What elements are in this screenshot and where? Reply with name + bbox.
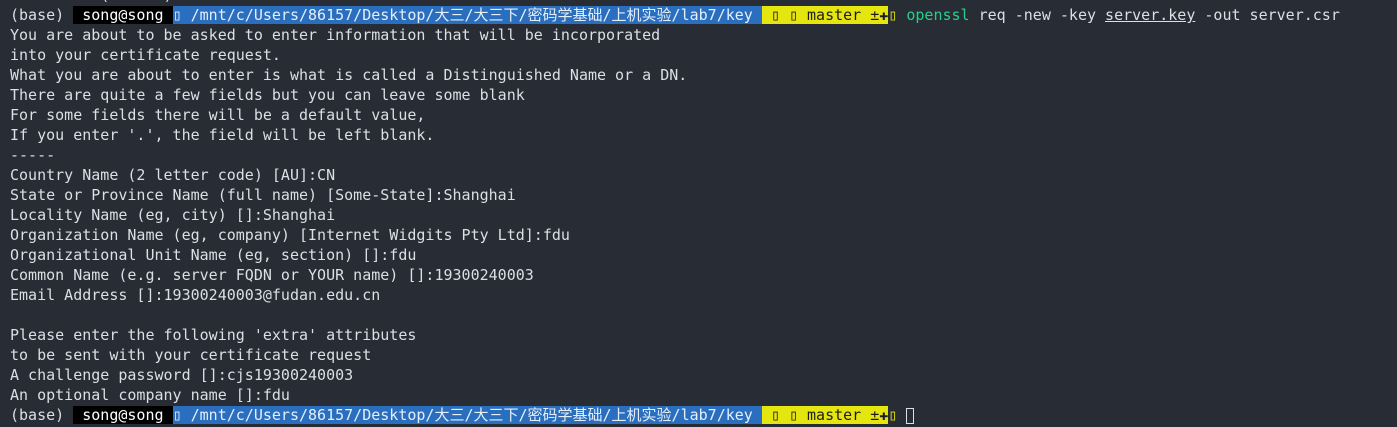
prompt-separator-icon: ▯	[888, 6, 907, 24]
output-line: into your certificate request.	[10, 46, 281, 64]
prompt-line-command: (base) song@song ▯ /mnt/c/Users/86157/De…	[10, 5, 1397, 25]
output-line: -----	[10, 146, 56, 164]
output-line: Locality Name (eg, city) []:Shanghai	[10, 206, 336, 224]
output-line: You are about to be asked to enter infor…	[10, 26, 661, 44]
command-program: openssl	[906, 6, 970, 24]
command-args: req -new -key	[969, 6, 1106, 24]
prompt-user: song@song	[73, 6, 173, 24]
output-line: Common Name (e.g. server FQDN or YOUR na…	[10, 266, 534, 284]
output-line: If you enter '.', the field will be left…	[10, 126, 435, 144]
command-output: You are about to be asked to enter infor…	[10, 25, 1397, 405]
prompt-separator-icon: ▯	[888, 406, 907, 424]
prompt-line-current[interactable]: (base) song@song ▯ /mnt/c/Users/86157/De…	[10, 405, 1397, 425]
conda-env: (base)	[10, 406, 74, 424]
output-line: What you are about to enter is what is c…	[10, 66, 688, 84]
prompt-path: ▯ /mnt/c/Users/86157/Desktop/大三/大三下/密码学基…	[172, 406, 762, 424]
command-keyfile: server.key	[1105, 6, 1196, 24]
output-line: Email Address []:19300240003@fudan.edu.c…	[10, 286, 381, 304]
prompt-git-branch: ▯ ▯ master ±✚	[761, 406, 889, 424]
output-line: State or Province Name (full name) [Some…	[10, 186, 516, 204]
output-line: Country Name (2 letter code) [AU]:CN	[10, 166, 336, 184]
output-line: Please enter the following 'extra' attri…	[10, 326, 417, 344]
output-line: An optional company name []:fdu	[10, 386, 290, 404]
output-line: Organization Name (eg, company) [Interne…	[10, 226, 570, 244]
command-args-out: -out server.csr	[1195, 6, 1340, 24]
output-line: A challenge password []:cjs19300240003	[10, 366, 354, 384]
output-line: For some fields there will be a default …	[10, 106, 426, 124]
terminal[interactable]: ... ... (......) (base) song@song ▯ /mnt…	[10, 0, 1397, 425]
prompt-path: ▯ /mnt/c/Users/86157/Desktop/大三/大三下/密码学基…	[172, 6, 762, 24]
conda-env: (base)	[10, 6, 74, 24]
prompt-git-branch: ▯ ▯ master ±✚	[761, 6, 889, 24]
output-line: Organizational Unit Name (eg, section) […	[10, 246, 417, 264]
output-line: There are quite a few fields but you can…	[10, 86, 525, 104]
cursor-icon	[906, 407, 915, 424]
prompt-user: song@song	[73, 406, 173, 424]
output-line: to be sent with your certificate request	[10, 346, 372, 364]
